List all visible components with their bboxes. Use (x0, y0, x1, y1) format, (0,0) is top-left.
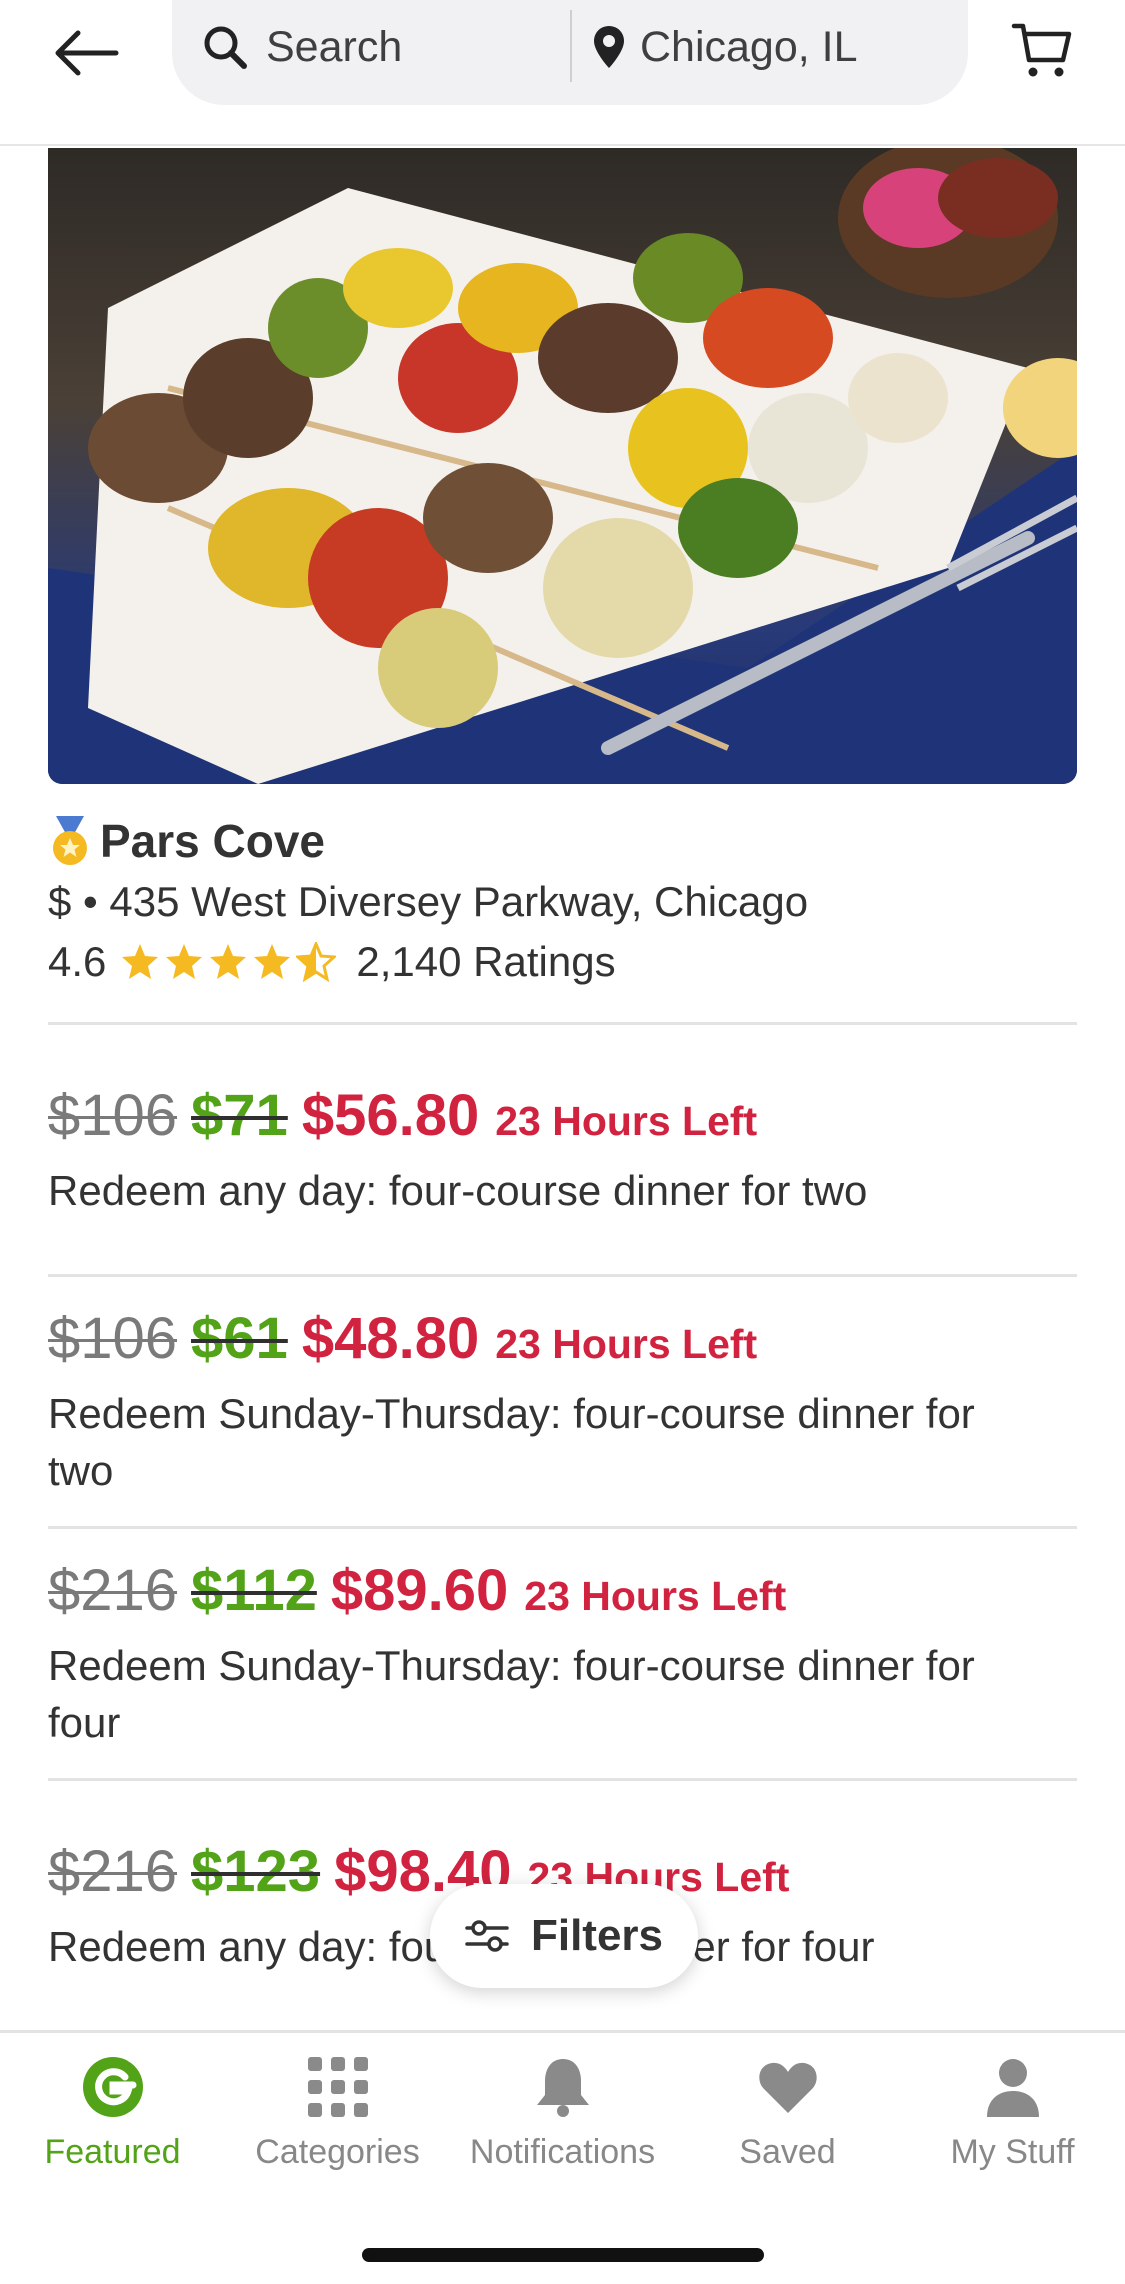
merchant-info: Pars Cove $ • 435 West Diversey Parkway,… (48, 812, 1077, 992)
grid-icon (307, 2057, 368, 2117)
deal-description: Redeem any day: four-course dinner for t… (48, 1167, 868, 1214)
star-full-icon (122, 944, 159, 979)
deal-option[interactable]: $216 $112 $89.60 23 Hours Left Redeem Su… (48, 1557, 1077, 1751)
sale-price: $112 (191, 1558, 317, 1623)
original-price: $216 (48, 1839, 178, 1904)
filter-sliders-icon (465, 1920, 509, 1952)
nav-notifications[interactable]: Notifications (450, 2055, 675, 2205)
nav-label: Categories (255, 2133, 420, 2171)
merchant-address: $ • 435 West Diversey Parkway, Chicago (48, 878, 809, 925)
filters-button[interactable]: Filters (430, 1884, 698, 1988)
location-pin-icon (594, 26, 624, 68)
time-left: 23 Hours Left (524, 1573, 787, 1619)
nav-label: Featured (44, 2133, 181, 2171)
person-icon (986, 2059, 1039, 2117)
nav-categories[interactable]: Categories (225, 2055, 450, 2205)
bell-icon (536, 2059, 589, 2117)
bottom-navigation: Featured Categories Notifications Saved … (0, 2030, 1125, 2284)
divider (48, 1022, 1077, 1025)
back-button[interactable] (40, 8, 130, 98)
search-divider (570, 10, 572, 82)
time-left: 23 Hours Left (495, 1321, 758, 1367)
nav-featured[interactable]: Featured (0, 2055, 225, 2205)
groupon-g-icon (82, 2057, 143, 2117)
promo-price: $89.60 (330, 1558, 509, 1623)
original-price: $106 (48, 1083, 178, 1148)
filters-label: Filters (530, 1911, 664, 1960)
home-indicator (362, 2248, 764, 2262)
sale-price: $61 (191, 1306, 288, 1371)
cart-icon (1011, 23, 1072, 77)
divider (48, 1778, 1077, 1781)
nav-my-stuff[interactable]: My Stuff (900, 2055, 1125, 2205)
rating-row[interactable]: 4.6 2,140 Ratings (48, 932, 1077, 992)
search-bar[interactable]: Search Chicago, IL (172, 0, 968, 105)
divider (48, 1274, 1077, 1277)
search-field[interactable]: Search (202, 0, 402, 94)
star-full-icon (166, 944, 203, 979)
deal-option[interactable]: $106 $71 $56.80 23 Hours Left Redeem any… (48, 1082, 1077, 1219)
sale-price: $123 (191, 1839, 321, 1904)
nav-label: My Stuff (950, 2133, 1075, 2171)
top-header: Search Chicago, IL (0, 0, 1125, 146)
cart-button[interactable] (1002, 6, 1082, 96)
back-arrow-icon (55, 30, 119, 76)
search-icon (204, 26, 247, 69)
deal-option[interactable]: $106 $61 $48.80 23 Hours Left Redeem Sun… (48, 1305, 1077, 1499)
star-full-icon (210, 944, 247, 979)
search-placeholder: Search (266, 22, 403, 71)
nav-label: Notifications (469, 2133, 656, 2171)
merchant-name[interactable]: Pars Cove (100, 814, 325, 868)
deal-hero-image (48, 148, 1077, 784)
time-left: 23 Hours Left (495, 1098, 758, 1144)
star-half-icon (296, 942, 337, 982)
nav-saved[interactable]: Saved (675, 2055, 900, 2205)
deal-description: Redeem Sunday-Thursday: four-course dinn… (48, 1642, 975, 1746)
location-field[interactable]: Chicago, IL (592, 0, 858, 94)
original-price: $106 (48, 1306, 178, 1371)
rating-value: 4.6 (48, 938, 107, 985)
divider (48, 1526, 1077, 1529)
star-full-icon (254, 944, 291, 979)
promo-price: $48.80 (301, 1306, 480, 1371)
sale-price: $71 (191, 1083, 288, 1148)
star-rating (120, 942, 337, 982)
promo-price: $56.80 (301, 1083, 480, 1148)
heart-icon (758, 2062, 817, 2113)
location-text: Chicago, IL (640, 22, 858, 71)
deal-description: Redeem Sunday-Thursday: four-course dinn… (48, 1390, 975, 1494)
nav-label: Saved (739, 2133, 836, 2171)
rating-count: 2,140 Ratings (356, 938, 616, 985)
medal-icon (53, 816, 87, 865)
original-price: $216 (48, 1558, 178, 1623)
